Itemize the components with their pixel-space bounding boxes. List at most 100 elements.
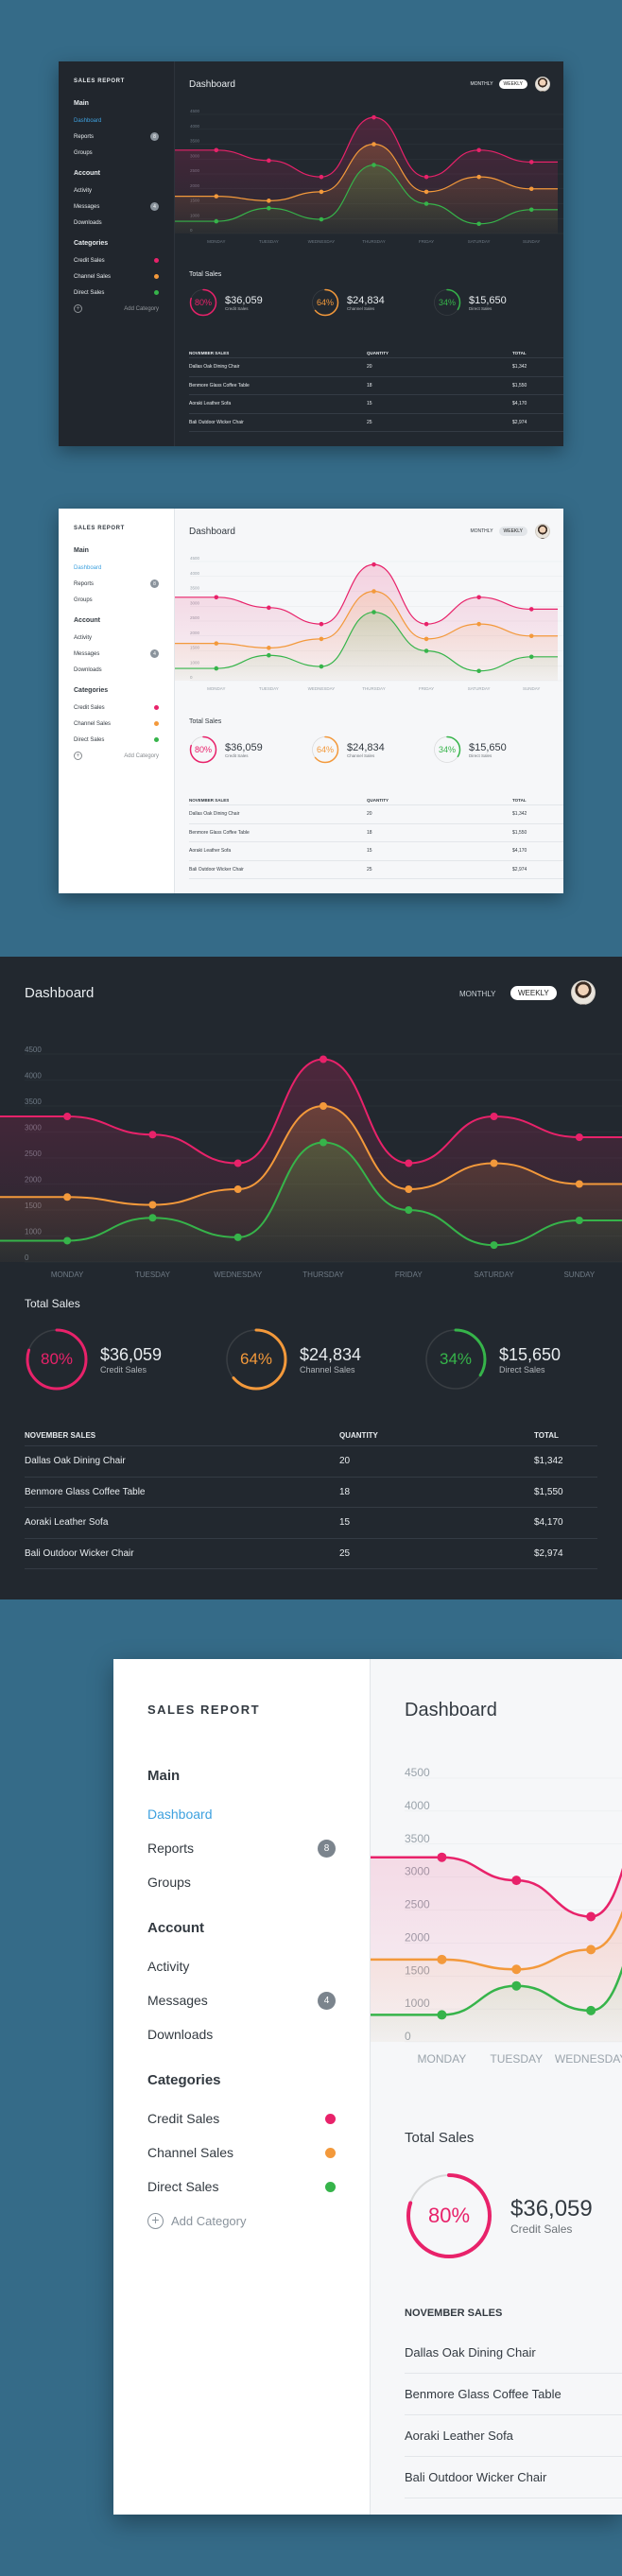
sidebar-item-reports[interactable]: Reports 8 (74, 576, 174, 592)
avatar[interactable] (535, 524, 550, 539)
table-row[interactable]: Benmore Glass Coffee Table 18 $1,550 (25, 1478, 597, 1508)
category-direct-sales[interactable]: Direct Sales (74, 285, 174, 301)
category-label: Channel Sales (74, 720, 112, 727)
sidebar-item-downloads[interactable]: Downloads (74, 215, 174, 231)
table-cell: 15 (339, 1517, 351, 1529)
toggle-monthly[interactable]: MONTHLY (470, 528, 492, 534)
category-channel-sales[interactable]: Channel Sales (74, 716, 174, 732)
toggle-weekly[interactable]: WEEKLY (498, 527, 527, 536)
data-point (586, 1945, 596, 1955)
sidebar-item-activity[interactable]: Activity (74, 630, 174, 646)
table-row[interactable]: Bali Outdoor Wicker Chair (405, 2457, 622, 2498)
sidebar-item-activity[interactable]: Activity (74, 182, 174, 199)
table-row[interactable]: Benmore Glass Coffee Table 18 $1,550 (189, 377, 563, 395)
main-panel: Dashboard 010001500200025003000350040004… (371, 1659, 622, 2515)
sidebar-item-messages[interactable]: Messages 4 (74, 646, 174, 662)
table-cell: Bali Outdoor Wicker Chair (25, 1547, 134, 1559)
amount-block: $24,834 Channel Sales (347, 295, 385, 311)
sidebar-item-dashboard[interactable]: Dashboard (74, 560, 174, 576)
sidebar-item-groups[interactable]: Groups (74, 145, 174, 161)
table-cell: 15 (367, 848, 372, 855)
table-row[interactable]: Benmore Glass Coffee Table 18 $1,550 (189, 824, 563, 842)
category-item[interactable]: Direct Sales (147, 2170, 370, 2204)
light-dashboard-detail: SALES REPORT Main Dashboard Reports 8 Group… (113, 1659, 622, 2515)
category-item[interactable]: Credit Sales (147, 2101, 370, 2135)
column-header: QUANTITY (367, 351, 389, 355)
add-category-button[interactable]: + Add Category (74, 301, 174, 317)
avatar[interactable] (571, 980, 596, 1005)
toggle-weekly[interactable]: WEEKLY (510, 986, 557, 1000)
y-tick-label: 4000 (405, 1799, 430, 1812)
table-row[interactable]: Aoraki Leather Sofa (405, 2415, 622, 2457)
data-point (423, 636, 429, 642)
table-row[interactable]: Dallas Oak Dining Chair 20 $1,342 (189, 358, 563, 377)
sidebar-item-groups[interactable]: Groups (74, 592, 174, 608)
data-point (267, 646, 271, 650)
table-row[interactable]: Bali Outdoor Wicker Chair 25 $2,974 (189, 414, 563, 432)
table-cell: Aoraki Leather Sofa (25, 1517, 109, 1529)
sidebar-item-label: Dashboard (147, 1807, 213, 1822)
toggle-monthly[interactable]: MONTHLY (459, 990, 496, 998)
table-row[interactable]: Dallas Oak Dining Chair 20 $1,342 (25, 1446, 597, 1478)
table-row[interactable]: Dallas Oak Dining Chair (405, 2332, 622, 2374)
column-header: TOTAL (534, 1431, 559, 1440)
category-credit-sales[interactable]: Credit Sales (74, 252, 174, 268)
add-category-button[interactable]: + Add Category (147, 2204, 370, 2238)
sidebar-item[interactable]: Activity (147, 1949, 370, 1983)
data-point (371, 142, 376, 147)
table-row[interactable]: Benmore Glass Coffee Table (405, 2374, 622, 2415)
category-channel-sales[interactable]: Channel Sales (74, 268, 174, 285)
table-cell: $4,170 (534, 1517, 563, 1529)
data-point (437, 1954, 447, 1964)
total-sales-title: Total Sales (189, 718, 222, 725)
sidebar-item[interactable]: Reports 8 (147, 1831, 370, 1865)
sidebar-item[interactable]: Dashboard (147, 1797, 370, 1831)
category-direct-sales[interactable]: Direct Sales (74, 732, 174, 748)
total-sales-item: 34% $15,650 Direct Sales (433, 735, 555, 764)
add-category-button[interactable]: + Add Category (74, 748, 174, 764)
color-dot (325, 2113, 336, 2124)
sidebar-item-messages[interactable]: Messages 4 (74, 199, 174, 215)
table-row[interactable]: Aoraki Leather Sofa 15 $4,170 (25, 1508, 597, 1539)
table-row[interactable]: Aoraki Leather Sofa 15 $4,170 (189, 842, 563, 861)
amount-label: Direct Sales (469, 752, 492, 758)
sidebar-item-dashboard[interactable]: Dashboard (74, 112, 174, 129)
plus-icon: + (147, 2212, 164, 2229)
table-row[interactable]: Dallas Oak Dining Chair 20 $1,342 (189, 805, 563, 824)
category-credit-sales[interactable]: Credit Sales (74, 700, 174, 716)
table-row[interactable]: Aoraki Leather Sofa 15 $4,170 (189, 395, 563, 414)
y-tick-label: 3500 (190, 139, 200, 144)
count-badge: 8 (150, 579, 159, 588)
data-point (423, 201, 429, 206)
percent-ring: 34% (433, 735, 461, 764)
sidebar-item-label: Messages (74, 203, 100, 210)
table-cell: Dallas Oak Dining Chair (189, 811, 240, 818)
table-cell: 20 (339, 1456, 351, 1467)
category-label: Channel Sales (147, 2145, 234, 2160)
x-tick-label: THURSDAY (362, 239, 385, 244)
toggle-weekly[interactable]: WEEKLY (498, 79, 527, 89)
sidebar-item[interactable]: Groups (147, 1865, 370, 1899)
sidebar-item-label: Activity (147, 1959, 190, 1974)
sidebar-item-downloads[interactable]: Downloads (74, 662, 174, 678)
category-item[interactable]: Channel Sales (147, 2135, 370, 2170)
add-category-label: Add Category (124, 305, 159, 312)
plus-icon: + (74, 304, 82, 313)
amount-value: $15,650 (499, 1344, 562, 1364)
column-header: QUANTITY (339, 1431, 378, 1440)
data-point (63, 1236, 72, 1245)
total-sales-title: Total Sales (25, 1297, 80, 1310)
avatar[interactable] (535, 77, 550, 92)
sidebar-item-reports[interactable]: Reports 8 (74, 129, 174, 145)
x-tick-label: WEDNESDAY (555, 2052, 622, 2066)
table-row[interactable]: Bali Outdoor Wicker Chair 25 $2,974 (25, 1539, 597, 1569)
data-point (586, 2005, 596, 2015)
sidebar-item[interactable]: Messages 4 (147, 1983, 370, 2017)
data-point (233, 1159, 242, 1167)
table-row[interactable]: Bali Outdoor Wicker Chair 25 $2,974 (189, 861, 563, 879)
toggle-monthly[interactable]: MONTHLY (470, 81, 492, 87)
percent-label: 80% (194, 745, 212, 754)
sidebar-item[interactable]: Downloads (147, 2017, 370, 2051)
data-point (423, 174, 429, 180)
data-point (575, 1133, 583, 1141)
